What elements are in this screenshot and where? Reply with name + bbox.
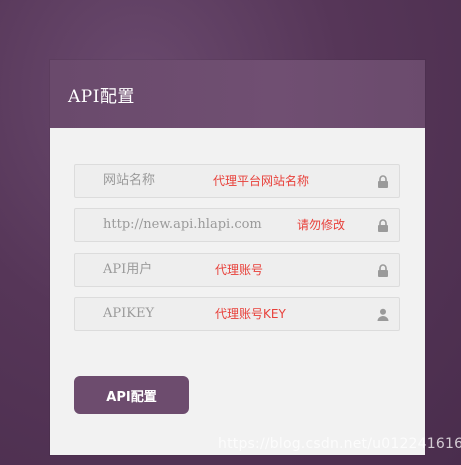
api-user-placeholder: API用户 [103, 262, 153, 277]
site-name-field[interactable]: 网站名称 代理平台网站名称 [74, 164, 400, 198]
lock-icon [378, 219, 388, 232]
site-name-note: 代理平台网站名称 [213, 174, 310, 188]
panel-header: API配置 [50, 60, 425, 128]
lock-icon [378, 264, 388, 277]
api-url-placeholder: http://new.api.hlapi.com [103, 217, 262, 232]
api-url-field[interactable]: http://new.api.hlapi.com 请勿修改 [74, 208, 400, 242]
api-config-submit-button[interactable]: API配置 [74, 376, 189, 414]
lock-icon [378, 175, 388, 188]
api-user-note: 代理账号 [215, 263, 264, 277]
api-url-note: 请勿修改 [297, 218, 346, 232]
api-config-panel: API配置 网站名称 代理平台网站名称 http://new.api.hlapi… [50, 60, 425, 455]
watermark: https://blog.csdn.net/u012241616 [218, 436, 461, 452]
panel-title: API配置 [68, 86, 135, 107]
user-icon [377, 308, 389, 321]
api-user-field[interactable]: API用户 代理账号 [74, 253, 400, 287]
site-name-placeholder: 网站名称 [103, 173, 156, 188]
apikey-field[interactable]: APIKEY 代理账号KEY [74, 297, 400, 331]
apikey-placeholder: APIKEY [103, 306, 155, 321]
apikey-note: 代理账号KEY [215, 307, 286, 321]
